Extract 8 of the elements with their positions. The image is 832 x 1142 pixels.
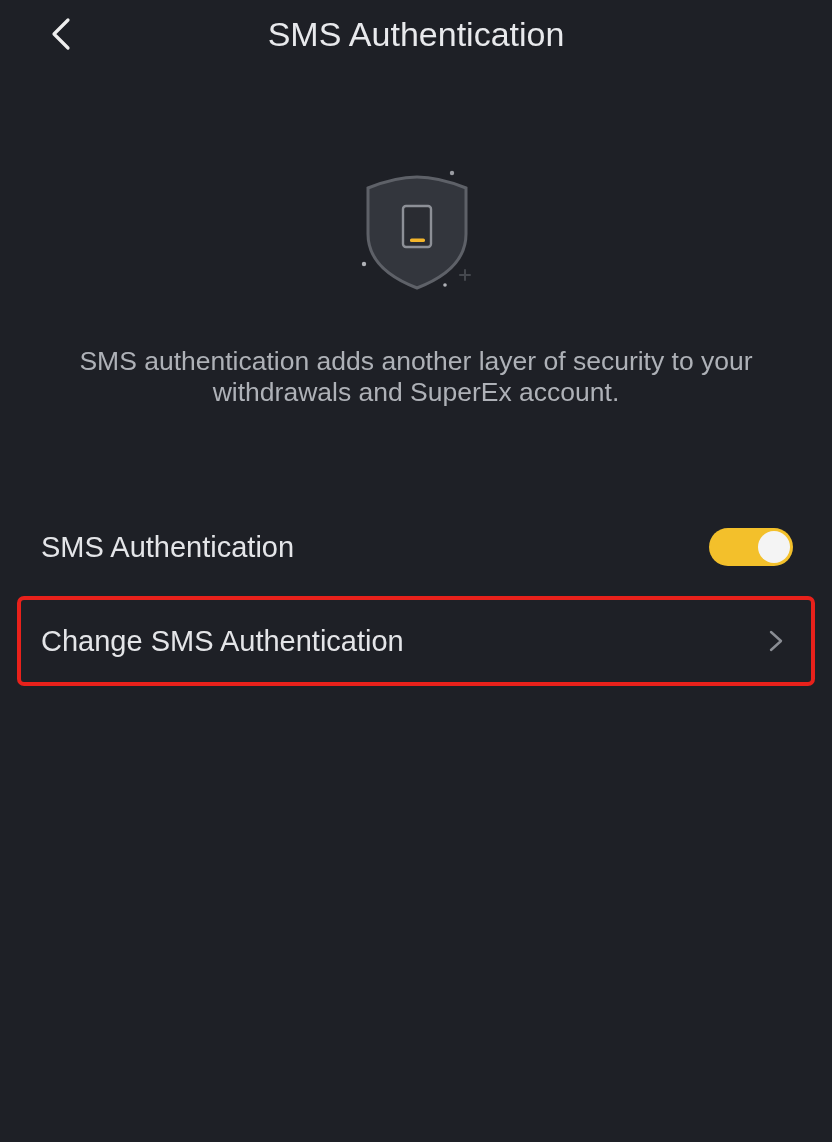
intro-text: SMS authentication adds another layer of security to your withdrawals and SuperEx account. bbox=[78, 346, 754, 408]
highlight-frame[interactable]: Change SMS Authentication bbox=[17, 596, 815, 686]
chevron-right-icon bbox=[769, 630, 783, 652]
toggle-switch[interactable] bbox=[709, 528, 793, 566]
page-title: SMS Authentication bbox=[267, 14, 565, 54]
setting-label: SMS Authentication bbox=[41, 530, 295, 564]
shield-phone-icon bbox=[359, 168, 473, 292]
setting-label: Change SMS Authentication bbox=[41, 624, 404, 658]
